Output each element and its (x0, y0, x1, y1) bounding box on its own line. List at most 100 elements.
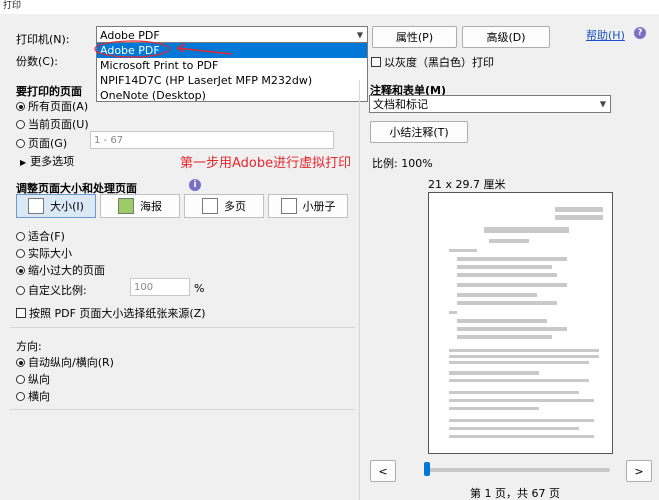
preview-text-line (449, 355, 599, 358)
paper-source-label: 按照 PDF 页面大小选择纸张来源(Z) (29, 307, 206, 320)
preview-text-line (449, 419, 594, 422)
help-icon[interactable]: ? (634, 27, 646, 39)
triangle-right-icon: ▶ (20, 158, 27, 167)
radio-dot[interactable] (16, 249, 25, 258)
radio-actual-size[interactable]: 实际大小 (16, 245, 72, 261)
radio-label: 缩小过大的页面 (28, 264, 105, 277)
preview-text-line (449, 407, 539, 410)
grayscale-checkbox[interactable]: 以灰度（黑白色）打印 (371, 54, 494, 70)
preview-text-line (489, 239, 529, 243)
preview-text-line (457, 257, 567, 261)
custom-scale-input[interactable]: 100 (130, 278, 190, 296)
preview-text-line (457, 273, 557, 277)
printer-option[interactable]: OneNote (Desktop) (97, 88, 367, 103)
printer-label: 打印机(N): (16, 33, 70, 46)
preview-text-line (449, 391, 579, 394)
previous-page-button[interactable]: < (370, 460, 396, 482)
preview-text-line (555, 215, 603, 220)
preview-text-line (449, 349, 599, 352)
paper-source-checkbox[interactable]: 按照 PDF 页面大小选择纸张来源(Z) (16, 305, 206, 321)
scale-label: 比例: 100% (372, 157, 433, 170)
radio-label: 页面(G) (28, 137, 68, 150)
radio-dot[interactable] (16, 286, 25, 295)
preview-text-line (449, 371, 539, 375)
radio-auto-orientation[interactable]: 自动纵向/横向(R) (16, 354, 114, 370)
more-options-toggle[interactable]: ▶ 更多选项 (20, 153, 74, 169)
radio-landscape[interactable]: 横向 (16, 388, 50, 404)
comments-select[interactable]: 文档和标记 ▼ (369, 95, 611, 113)
radio-dot[interactable] (16, 102, 25, 111)
radio-dot[interactable] (16, 266, 25, 275)
radio-label: 纵向 (28, 373, 50, 386)
tab-label: 多页 (224, 200, 246, 213)
radio-dot[interactable] (16, 139, 25, 148)
radio-fit[interactable]: 适合(F) (16, 228, 65, 244)
radio-label: 所有页面(A) (28, 100, 89, 113)
poster-icon (118, 198, 134, 214)
radio-current-page[interactable]: 当前页面(U) (16, 116, 89, 132)
preview-text-line (457, 301, 557, 305)
radio-dot[interactable] (16, 375, 25, 384)
preview-text-line (449, 435, 594, 438)
divider (10, 409, 355, 410)
tab-multiple[interactable]: 多页 (184, 194, 264, 218)
radio-label: 自动纵向/横向(R) (28, 356, 114, 369)
copies-label: 份数(C): (16, 55, 58, 68)
preview-text-line (449, 399, 594, 402)
chevron-down-icon: ▼ (356, 30, 363, 40)
summarize-comments-button[interactable]: 小结注释(T) (370, 121, 468, 143)
preview-text-line (457, 335, 552, 339)
advanced-button[interactable]: 高级(D) (462, 26, 550, 48)
grayscale-label: 以灰度（黑白色）打印 (384, 56, 494, 69)
radio-shrink[interactable]: 缩小过大的页面 (16, 262, 105, 278)
radio-all-pages[interactable]: 所有页面(A) (16, 98, 88, 114)
preview-text-line (449, 427, 579, 430)
radio-dot[interactable] (16, 120, 25, 129)
tab-label: 小册子 (302, 200, 336, 213)
page-preview (428, 192, 613, 454)
page-range-input[interactable]: 1 - 67 (90, 131, 334, 149)
preview-text-line (449, 379, 589, 382)
printer-option[interactable]: NPIF14D7C (HP LaserJet MFP M232dw) (97, 73, 367, 88)
annotation-text: 第一步用Adobe进行虚拟打印 (180, 156, 352, 171)
radio-label: 当前页面(U) (28, 118, 89, 131)
page-slider-track[interactable] (424, 468, 610, 472)
properties-button[interactable]: 属性(P) (372, 26, 457, 48)
radio-dot[interactable] (16, 392, 25, 401)
preview-text-line (457, 265, 552, 269)
next-page-button[interactable]: > (626, 460, 652, 482)
checkbox-box[interactable] (371, 57, 381, 67)
tab-label: 大小(I) (50, 200, 84, 213)
orientation-heading: 方向: (16, 340, 42, 353)
radio-label: 适合(F) (28, 230, 65, 243)
preview-text-line (449, 361, 589, 364)
info-icon[interactable]: i (189, 179, 201, 191)
paper-size-label: 21 x 29.7 厘米 (428, 178, 506, 191)
page-indicator: 第 1 页，共 67 页 (470, 487, 560, 500)
window-title: 打印 (0, 0, 659, 14)
pages-heading: 要打印的页面 (16, 85, 82, 98)
tab-label: 海报 (140, 200, 162, 213)
pane-divider (359, 80, 360, 500)
preview-text-line (449, 249, 477, 252)
more-options-label: 更多选项 (30, 155, 75, 168)
radio-label: 自定义比例: (28, 284, 87, 297)
preview-text-line (449, 311, 457, 314)
help-link[interactable]: 帮助(H) (586, 27, 625, 43)
preview-text-line (457, 293, 537, 297)
tab-poster[interactable]: 海报 (100, 194, 180, 218)
radio-portrait[interactable]: 纵向 (16, 371, 50, 387)
percent-label: % (194, 282, 205, 295)
radio-custom-scale[interactable]: 自定义比例: (16, 282, 87, 298)
tab-booklet[interactable]: 小册子 (268, 194, 348, 218)
size-icon (28, 198, 45, 214)
preview-title (484, 227, 569, 233)
preview-text-line (457, 319, 547, 323)
tab-size[interactable]: 大小(I) (16, 194, 96, 218)
radio-page-range[interactable]: 页面(G) (16, 135, 67, 151)
page-slider-thumb[interactable] (424, 462, 430, 476)
radio-dot[interactable] (16, 358, 25, 367)
radio-dot[interactable] (16, 232, 25, 241)
checkbox-box[interactable] (16, 308, 26, 318)
annotation-circle (94, 40, 233, 58)
